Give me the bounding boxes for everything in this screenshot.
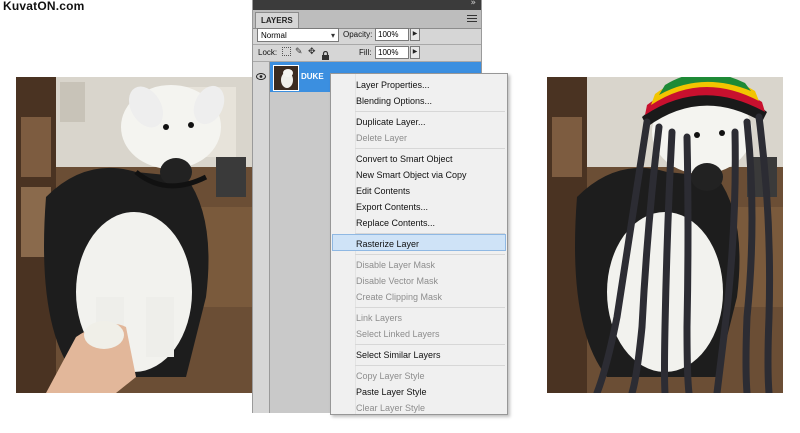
dog-photo-illustration bbox=[16, 77, 252, 393]
menu-separator bbox=[355, 233, 505, 234]
menu-item-rasterize-layer[interactable]: Rasterize Layer bbox=[356, 239, 419, 249]
visibility-column bbox=[253, 92, 270, 413]
menu-item-select-similar-layers[interactable]: Select Similar Layers bbox=[356, 350, 441, 360]
layer-context-menu: Layer Properties... Blending Options... … bbox=[330, 73, 508, 415]
chevron-down-icon: ▾ bbox=[330, 31, 335, 40]
lock-pixels-icon[interactable]: ✎ bbox=[295, 47, 304, 56]
collapse-panel-icon[interactable]: » bbox=[470, 0, 476, 8]
blend-mode-select[interactable]: Normal ▾ bbox=[257, 28, 339, 42]
menu-item-disable-layer-mask[interactable]: Disable Layer Mask bbox=[356, 260, 435, 270]
panel-tab-bar: LAYERS bbox=[253, 10, 481, 29]
menu-separator bbox=[355, 111, 505, 112]
photo-before bbox=[16, 77, 252, 393]
menu-item-paste-layer-style[interactable]: Paste Layer Style bbox=[356, 387, 427, 397]
menu-item-export-contents[interactable]: Export Contents... bbox=[356, 202, 428, 212]
menu-separator bbox=[355, 254, 505, 255]
menu-item-copy-layer-style[interactable]: Copy Layer Style bbox=[356, 371, 425, 381]
menu-item-edit-contents[interactable]: Edit Contents bbox=[356, 186, 410, 196]
menu-separator bbox=[355, 148, 505, 149]
lock-label: Lock: bbox=[258, 48, 278, 57]
opacity-label: Opacity: bbox=[343, 30, 373, 39]
photo-after bbox=[547, 77, 783, 393]
opacity-field[interactable]: 100% bbox=[375, 28, 409, 41]
lock-all-icon[interactable] bbox=[321, 47, 330, 60]
menu-item-convert-to-smart-object[interactable]: Convert to Smart Object bbox=[356, 154, 453, 164]
menu-item-blending-options[interactable]: Blending Options... bbox=[356, 96, 432, 106]
layer-name: DUKE bbox=[301, 72, 324, 81]
dog-with-hat-illustration bbox=[547, 77, 783, 393]
panel-divider bbox=[253, 44, 481, 45]
menu-item-select-linked-layers[interactable]: Select Linked Layers bbox=[356, 329, 440, 339]
menu-item-link-layers[interactable]: Link Layers bbox=[356, 313, 402, 323]
visibility-toggle[interactable] bbox=[253, 62, 270, 92]
lock-transparency-icon[interactable] bbox=[282, 47, 291, 56]
watermark: KuvatON.com bbox=[3, 0, 85, 13]
fill-slider-button[interactable]: ▶ bbox=[410, 46, 420, 59]
menu-separator bbox=[355, 344, 505, 345]
menu-item-layer-properties[interactable]: Layer Properties... bbox=[356, 80, 430, 90]
eye-icon bbox=[256, 73, 266, 80]
menu-item-disable-vector-mask[interactable]: Disable Vector Mask bbox=[356, 276, 438, 286]
panel-title-bar: » bbox=[253, 0, 481, 10]
menu-item-create-clipping-mask[interactable]: Create Clipping Mask bbox=[356, 292, 442, 302]
layer-thumbnail bbox=[273, 65, 299, 91]
lock-position-icon[interactable]: ✥ bbox=[308, 47, 317, 56]
menu-separator bbox=[355, 307, 505, 308]
opacity-slider-button[interactable]: ▶ bbox=[410, 28, 420, 41]
tab-layers[interactable]: LAYERS bbox=[255, 12, 299, 28]
menu-item-replace-contents[interactable]: Replace Contents... bbox=[356, 218, 435, 228]
menu-item-delete-layer[interactable]: Delete Layer bbox=[356, 133, 407, 143]
menu-separator bbox=[355, 365, 505, 366]
menu-item-new-smart-object-via-copy[interactable]: New Smart Object via Copy bbox=[356, 170, 467, 180]
panel-menu-icon[interactable] bbox=[467, 13, 477, 23]
fill-label: Fill: bbox=[359, 48, 372, 57]
fill-field[interactable]: 100% bbox=[375, 46, 409, 59]
menu-item-clear-layer-style[interactable]: Clear Layer Style bbox=[356, 403, 425, 413]
menu-item-duplicate-layer[interactable]: Duplicate Layer... bbox=[356, 117, 426, 127]
blend-mode-value: Normal bbox=[261, 31, 287, 40]
